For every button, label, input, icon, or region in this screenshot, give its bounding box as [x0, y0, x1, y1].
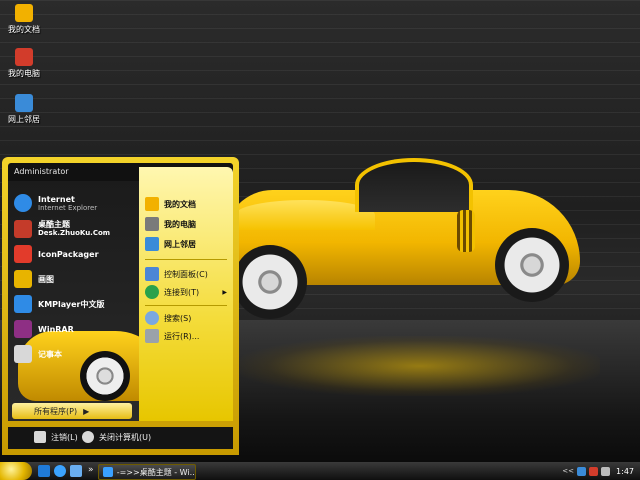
taskbar-task-label: -=>>桌酷主题 - Wi...	[116, 467, 195, 477]
network-tray-icon[interactable]	[577, 466, 587, 476]
chevron-right-icon: ▶	[83, 406, 90, 416]
shutdown-label: 关闭计算机(U)	[99, 432, 152, 442]
places-divider	[145, 305, 227, 306]
pinned-item-title: Internet	[38, 194, 75, 204]
show-desktop-icon[interactable]	[38, 465, 50, 477]
paint-icon	[14, 270, 32, 288]
explorer-icon[interactable]	[70, 465, 82, 477]
ie-icon[interactable]	[54, 465, 66, 477]
all-programs-label: 所有程序(P)	[34, 406, 78, 416]
iconpackager-icon	[14, 245, 32, 263]
program-item-kmplayer[interactable]: KMPlayer中文版	[14, 294, 105, 314]
program-item-label: 画图	[38, 274, 54, 284]
places-item-label: 我的电脑	[164, 219, 196, 229]
program-item-label: KMPlayer中文版	[38, 299, 105, 309]
start-menu: Administrator Internet Internet Explorer…	[2, 157, 239, 455]
desktop-icon-my-documents[interactable]: 我的文档	[4, 4, 44, 34]
run-icon	[145, 329, 159, 343]
shutdown-button[interactable]: 关闭计算机(U)	[82, 431, 151, 443]
pinned-item-title: 桌酷主题	[38, 220, 70, 229]
power-icon	[82, 431, 94, 443]
places-item-label: 网上邻居	[164, 239, 196, 249]
places-item-label: 控制面板(C)	[164, 269, 208, 279]
places-item-label: 我的文档	[164, 199, 196, 209]
places-item-run[interactable]: 运行(R)...	[145, 329, 199, 343]
taskbar-task-button[interactable]: -=>>桌酷主题 - Wi...	[98, 464, 196, 480]
pinned-item-zhuoku[interactable]: 桌酷主题 Desk.ZhuoKu.Com	[14, 219, 110, 239]
places-item-my-computer[interactable]: 我的电脑	[145, 217, 196, 231]
desktop-icon-my-computer[interactable]: 我的电脑	[4, 48, 44, 78]
control-panel-icon	[145, 267, 159, 281]
places-item-label: 搜索(S)	[164, 313, 192, 323]
places-item-control-panel[interactable]: 控制面板(C)	[145, 267, 208, 281]
ie-icon	[14, 194, 32, 212]
network-icon	[15, 94, 33, 112]
places-item-my-documents[interactable]: 我的文档	[145, 197, 196, 211]
taskbar: » -=>>桌酷主题 - Wi... << 1:47	[0, 462, 640, 480]
pinned-item-internet[interactable]: Internet Internet Explorer	[14, 193, 97, 213]
program-item-label: IconPackager	[38, 249, 99, 259]
pinned-item-subtitle: Desk.ZhuoKu.Com	[38, 229, 111, 237]
my-computer-icon	[145, 217, 159, 231]
volume-tray-icon[interactable]	[601, 466, 611, 476]
chevron-right-icon: ▶	[222, 288, 227, 296]
my-documents-icon	[15, 4, 33, 22]
window-icon	[103, 467, 113, 477]
logoff-button[interactable]: 注销(L)	[34, 431, 78, 443]
logoff-label: 注销(L)	[51, 432, 78, 442]
quick-launch-expand-icon[interactable]: »	[88, 465, 94, 475]
logoff-icon	[34, 431, 46, 443]
start-menu-places-pane: 我的文档 我的电脑 网上邻居 控制面板(C) 连接到(T) ▶ 搜索(S) 运行…	[139, 167, 233, 421]
pinned-item-subtitle: Internet Explorer	[38, 203, 98, 212]
places-item-label: 连接到(T)	[164, 287, 200, 297]
notepad-icon	[14, 345, 32, 363]
places-divider	[145, 259, 227, 260]
clock[interactable]: 1:47	[616, 467, 634, 476]
security-tray-icon[interactable]	[589, 466, 599, 476]
wallpaper-reflection	[240, 336, 600, 396]
places-item-search[interactable]: 搜索(S)	[145, 311, 191, 325]
search-icon	[145, 311, 159, 325]
start-menu-programs-pane: Internet Internet Explorer 桌酷主题 Desk.Zhu…	[8, 181, 139, 421]
desktop-icon-label: 我的文档	[8, 25, 40, 34]
program-item-label: 记事本	[38, 349, 62, 359]
connect-icon	[145, 285, 159, 299]
network-icon	[145, 237, 159, 251]
places-item-network[interactable]: 网上邻居	[145, 237, 196, 251]
start-button[interactable]	[0, 462, 32, 480]
program-item-label: WinRAR	[38, 324, 74, 334]
places-item-label: 运行(R)...	[164, 331, 200, 341]
all-programs-button[interactable]: 所有程序(P) ▶	[12, 403, 132, 419]
zhuoku-icon	[14, 220, 32, 238]
wallpaper-car	[225, 150, 585, 340]
program-item-notepad[interactable]: 记事本	[14, 344, 62, 364]
desktop-icon-label: 我的电脑	[8, 69, 40, 78]
program-item-paint[interactable]: 画图	[14, 269, 54, 289]
program-item-winrar[interactable]: WinRAR	[14, 319, 74, 339]
car-front-wheel	[233, 245, 307, 319]
program-item-iconpackager[interactable]: IconPackager	[14, 244, 99, 264]
tray-expand-icon[interactable]: <<	[562, 467, 574, 475]
desktop-icon-network[interactable]: 网上邻居	[4, 94, 44, 124]
user-name: Administrator	[14, 167, 69, 176]
car-rear-wheel	[495, 228, 569, 302]
winrar-icon	[14, 320, 32, 338]
places-item-connect-to[interactable]: 连接到(T) ▶	[145, 285, 227, 299]
system-tray: << 1:47	[560, 464, 638, 478]
my-computer-icon	[15, 48, 33, 66]
desktop-icon-label: 网上邻居	[8, 115, 40, 124]
start-menu-footer: 注销(L) 关闭计算机(U)	[8, 427, 233, 449]
kmplayer-icon	[14, 295, 32, 313]
my-documents-icon	[145, 197, 159, 211]
